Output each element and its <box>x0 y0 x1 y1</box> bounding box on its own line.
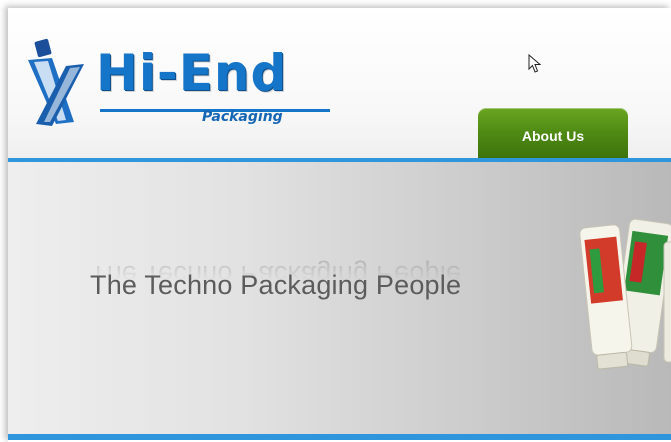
hero-banner: The Techno Packaging People The Techno P… <box>8 162 671 434</box>
site-header: Hi-End Packaging About Us <box>8 8 671 158</box>
cursor-icon <box>528 54 542 73</box>
nav-tab-about-us[interactable]: About Us <box>478 108 628 158</box>
page-frame: Hi-End Packaging About Us The Techno Pac… <box>8 8 671 442</box>
banner-tagline-reflection: The Techno Packaging People <box>90 260 462 290</box>
logo-subtitle: Packaging <box>202 109 283 125</box>
logo-title: Hi-End <box>96 44 288 102</box>
footer-divider <box>8 434 671 440</box>
product-tubes-image <box>579 218 671 370</box>
logo-mark-icon <box>28 38 84 126</box>
site-logo[interactable]: Hi-End Packaging <box>22 36 342 130</box>
